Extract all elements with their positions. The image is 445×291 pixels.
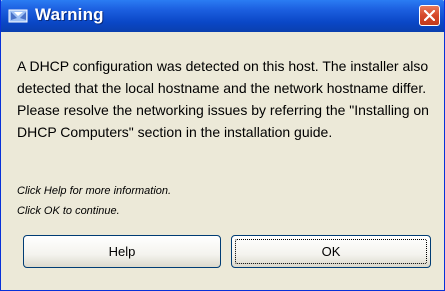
- close-icon: [424, 10, 435, 21]
- ok-button-label: OK: [321, 244, 341, 259]
- title-bar[interactable]: Warning: [1, 0, 444, 32]
- warning-message: A DHCP configuration was detected on thi…: [17, 58, 429, 140]
- help-button[interactable]: Help: [23, 235, 221, 268]
- dialog-title: Warning: [35, 5, 104, 24]
- close-button[interactable]: [419, 5, 440, 26]
- java-cup-icon: [8, 7, 30, 25]
- ok-button[interactable]: OK: [231, 235, 431, 268]
- help-button-label: Help: [108, 244, 136, 259]
- ok-hint: Click OK to continue.: [17, 205, 120, 217]
- dialog-body: A DHCP configuration was detected on thi…: [1, 32, 444, 290]
- help-hint: Click Help for more information.: [17, 185, 172, 197]
- warning-dialog: Warning A DHCP configuration was detecte…: [0, 0, 445, 291]
